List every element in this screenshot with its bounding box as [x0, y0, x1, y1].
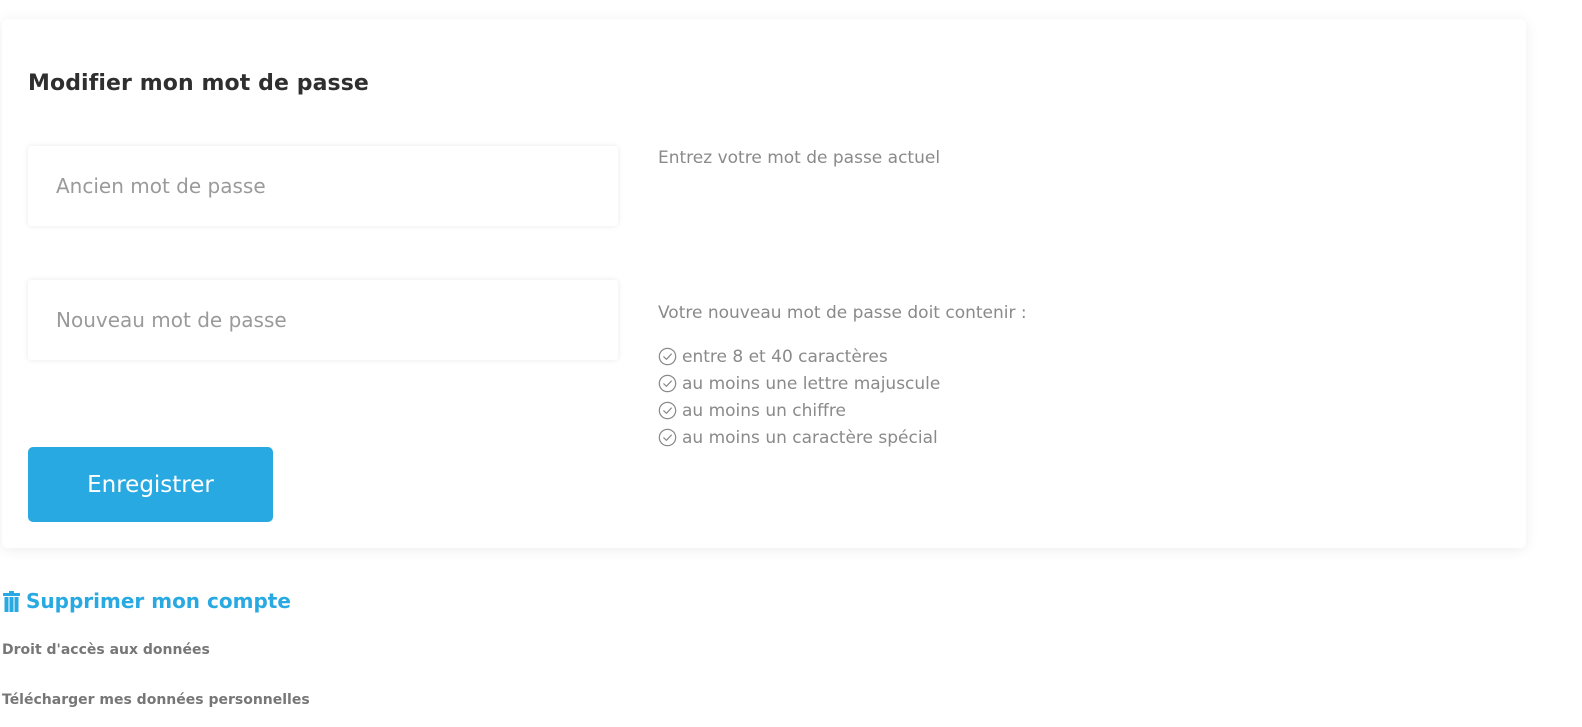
requirement-label: au moins un chiffre: [682, 400, 846, 421]
delete-account-label: Supprimer mon compte: [26, 589, 291, 613]
old-password-hint: Entrez votre mot de passe actuel: [658, 148, 941, 168]
old-password-field[interactable]: [28, 146, 618, 226]
requirement-label: entre 8 et 40 caractères: [682, 346, 888, 367]
requirement-special-char: au moins un caractère spécial: [658, 424, 940, 451]
new-password-field[interactable]: [28, 280, 618, 360]
new-password-input[interactable]: [28, 280, 618, 360]
old-password-input[interactable]: [28, 146, 618, 226]
requirement-label: au moins un caractère spécial: [682, 427, 938, 448]
data-access-heading: Droit d'accès aux données: [2, 642, 210, 658]
requirement-label: au moins une lettre majuscule: [682, 373, 941, 394]
requirement-length: entre 8 et 40 caractères: [658, 343, 940, 370]
change-password-card: Modifier mon mot de passe Entrez votre m…: [2, 19, 1526, 548]
check-circle-icon: [658, 428, 677, 447]
requirement-digit: au moins un chiffre: [658, 397, 940, 424]
requirement-uppercase: au moins une lettre majuscule: [658, 370, 940, 397]
new-password-hint: Votre nouveau mot de passe doit contenir…: [658, 303, 1027, 323]
delete-account-link[interactable]: Supprimer mon compte: [3, 589, 291, 613]
check-circle-icon: [658, 347, 677, 366]
check-circle-icon: [658, 374, 677, 393]
password-requirements-list: entre 8 et 40 caractères au moins une le…: [658, 343, 940, 451]
check-circle-icon: [658, 401, 677, 420]
download-data-link[interactable]: Télécharger mes données personnelles: [2, 692, 310, 708]
save-button[interactable]: Enregistrer: [28, 447, 273, 522]
card-title: Modifier mon mot de passe: [28, 71, 369, 96]
trash-icon: [3, 590, 20, 612]
